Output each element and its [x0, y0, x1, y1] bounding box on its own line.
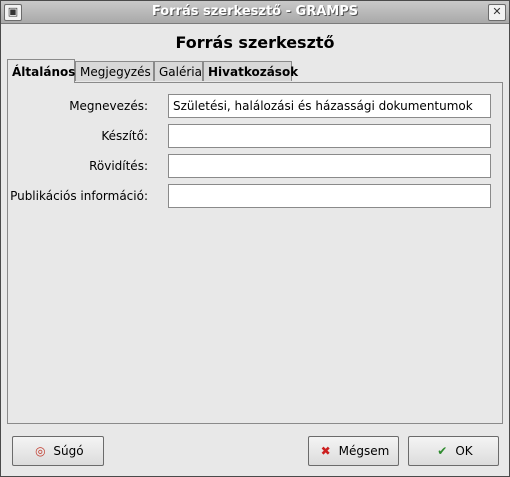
green-check-icon: ✔ [437, 444, 448, 458]
tab-note[interactable]: Megjegyzés [75, 61, 154, 81]
name-field[interactable]: Születési, halálozási és házassági dokum… [168, 94, 491, 118]
title-bar[interactable]: ▣ Forrás szerkesztő - GRAMPS ✕ [1, 1, 509, 24]
dialog-heading: Forrás szerkesztő [175, 33, 335, 52]
help-button[interactable]: ◎ Súgó [12, 436, 104, 466]
tab-gallery[interactable]: Galéria [154, 61, 203, 81]
tab-references[interactable]: Hivatkozások [203, 61, 298, 81]
cancel-button-label: Mégsem [338, 444, 390, 458]
ok-button[interactable]: ✔ OK [408, 436, 499, 466]
window-title: Forrás szerkesztő - GRAMPS [151, 4, 359, 19]
author-field[interactable] [168, 124, 491, 148]
dialog-window: ▣ Forrás szerkesztő - GRAMPS ✕ Forrás sz… [0, 0, 510, 477]
cancel-button[interactable]: ✖ Mégsem [308, 436, 399, 466]
author-label: Készítő: [101, 129, 148, 143]
abbreviation-label: Rövidítés: [89, 159, 148, 173]
lifebuoy-icon: ◎ [35, 444, 46, 458]
tab-panel-general: Megnevezés: Születési, halálozási és ház… [7, 82, 503, 424]
red-x-icon: ✖ [320, 444, 331, 458]
pubinfo-field[interactable] [168, 184, 491, 208]
help-button-label: Súgó [53, 444, 84, 458]
name-label: Megnevezés: [69, 99, 148, 113]
ok-button-label: OK [455, 444, 473, 458]
abbreviation-field[interactable] [168, 154, 491, 178]
close-icon[interactable]: ✕ [488, 4, 506, 21]
pubinfo-label: Publikációs információ: [10, 189, 148, 203]
tab-general[interactable]: Általános [7, 59, 75, 83]
